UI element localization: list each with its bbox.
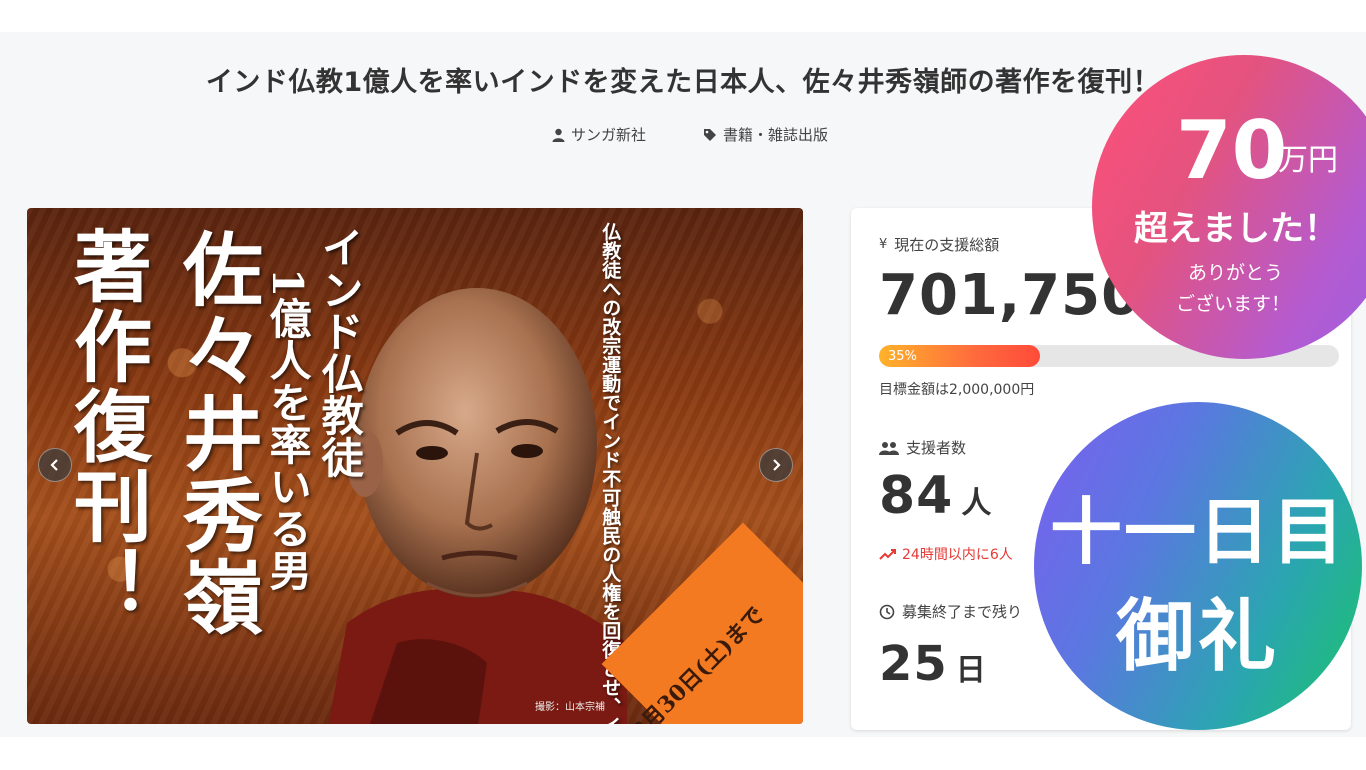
supporters-count-unit: 人 [961,486,993,521]
category-link[interactable]: 書籍・雑誌出版 [703,124,828,145]
milestone-line3: ありがとう [1188,262,1284,284]
total-amount-label-text: 現在の支援総額 [894,236,1000,254]
supporters-trend: 24時間以内に6人 [879,544,1013,564]
headline-sub1: インド仏教徒 [315,226,365,478]
carousel-prev-button[interactable] [38,448,72,482]
author-name: サンガ新社 [571,126,647,144]
project-hero-image[interactable]: 著作復刊！ 佐々井秀嶺 インド仏教徒 1億人を率いる男 仏教徒への改宗運動でイン… [27,208,803,724]
clock-icon [879,604,895,619]
chevron-right-icon [773,459,781,471]
hero-body-text: 仏教徒への改宗運動でインド不可触民の人権を回復させ、インドを揺るがし続ける日本人… [597,222,623,724]
thanks-badge: 十一日目 御礼 [1034,402,1362,730]
user-icon [552,128,565,142]
photo-credit: 撮影：山本宗補 [535,702,605,713]
total-amount-label: ¥ 現在の支援総額 [879,234,999,255]
author-link[interactable]: サンガ新社 [552,124,646,145]
chevron-left-icon [50,459,58,471]
thanks-line1: 十一日目 [1049,490,1346,574]
remaining-days-unit: 日 [955,653,987,688]
total-amount-value: 701,750 [879,263,1142,328]
remaining-label-text: 募集終了まで残り [902,603,1023,621]
thanks-line2: 御礼 [1115,592,1280,682]
supporters-count-value: 84 [879,466,954,526]
milestone-line4: ございます！ [1176,293,1291,315]
headline-main: 著作復刊！ [61,226,152,626]
carousel-next-button[interactable] [759,448,793,482]
remaining-days-value: 25 [879,636,948,692]
remaining-label: 募集終了まで残り [879,601,1022,622]
monk-portrait [328,288,627,724]
goal-amount-text: 目標金額は2,000,000円 [879,382,1035,398]
supporters-label: 支援者数 [879,437,966,458]
tag-icon [704,128,716,141]
remaining-days: 25 日 [879,636,987,692]
supporters-count: 84 人 [879,466,992,526]
funding-progress-label: 35% [888,348,917,364]
category-name: 書籍・雑誌出版 [723,126,829,144]
yen-icon: ¥ [879,237,888,252]
users-icon [879,441,899,455]
supporters-trend-text: 24時間以内に6人 [902,547,1013,563]
headline-name: 佐々井秀嶺 [170,228,264,638]
milestone-amount: 70 [1176,104,1288,197]
supporters-label-text: 支援者数 [906,439,967,457]
milestone-unit: 万円 [1278,143,1338,178]
milestone-line2: 超えました！ [1134,209,1338,249]
trend-up-icon [879,549,896,560]
headline-sub2: 1億人を率いる男 [263,268,313,592]
funding-progress-fill: 35% [879,345,1040,367]
